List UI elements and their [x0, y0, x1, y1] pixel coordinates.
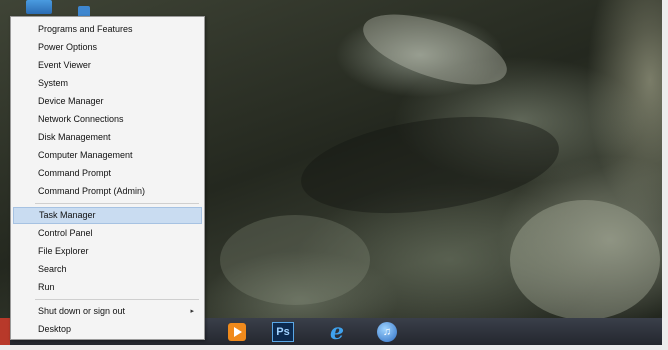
menu-separator	[35, 299, 199, 300]
taskbar-itunes-button[interactable]: ♫	[372, 320, 402, 343]
menu-item-label: Shut down or sign out	[38, 306, 126, 316]
menu-item-command-prompt-admin[interactable]: Command Prompt (Admin)	[13, 183, 202, 200]
wallpaper-shape	[220, 215, 370, 305]
menu-item-command-prompt[interactable]: Command Prompt	[13, 165, 202, 182]
menu-item-control-panel[interactable]: Control Panel	[13, 225, 202, 242]
internet-explorer-icon: e	[330, 318, 344, 345]
media-player-icon	[228, 322, 246, 341]
menu-item-search[interactable]: Search	[13, 261, 202, 278]
wallpaper-shape	[355, 0, 515, 99]
quick-link-menu: Programs and Features Power Options Even…	[10, 16, 205, 340]
screenshot-border	[0, 345, 668, 350]
menu-item-system[interactable]: System	[13, 75, 202, 92]
screenshot-border	[662, 0, 668, 350]
menu-item-event-viewer[interactable]: Event Viewer	[13, 57, 202, 74]
menu-item-disk-management[interactable]: Disk Management	[13, 129, 202, 146]
taskbar-photoshop-button[interactable]: Ps	[268, 320, 298, 343]
menu-item-device-manager[interactable]: Device Manager	[13, 93, 202, 110]
menu-item-run[interactable]: Run	[13, 279, 202, 296]
photoshop-icon: Ps	[272, 321, 294, 342]
taskbar-media-player-button[interactable]	[222, 320, 252, 343]
submenu-arrow-icon: ▸	[190, 308, 194, 315]
taskbar-internet-explorer-button[interactable]: e	[322, 320, 352, 343]
menu-item-power-options[interactable]: Power Options	[13, 39, 202, 56]
menu-item-file-explorer[interactable]: File Explorer	[13, 243, 202, 260]
menu-item-programs-and-features[interactable]: Programs and Features	[13, 21, 202, 38]
itunes-icon: ♫	[377, 321, 397, 342]
desktop-shortcut-icon[interactable]	[26, 0, 52, 14]
menu-item-desktop[interactable]: Desktop	[13, 321, 202, 338]
wallpaper-shape	[295, 102, 565, 228]
start-button[interactable]	[0, 318, 10, 345]
menu-item-shut-down-or-sign-out[interactable]: Shut down or sign out ▸	[13, 303, 202, 320]
menu-item-network-connections[interactable]: Network Connections	[13, 111, 202, 128]
wallpaper-shape	[510, 200, 660, 320]
menu-item-task-manager[interactable]: Task Manager	[13, 207, 202, 224]
menu-separator	[35, 203, 199, 204]
menu-item-computer-management[interactable]: Computer Management	[13, 147, 202, 164]
